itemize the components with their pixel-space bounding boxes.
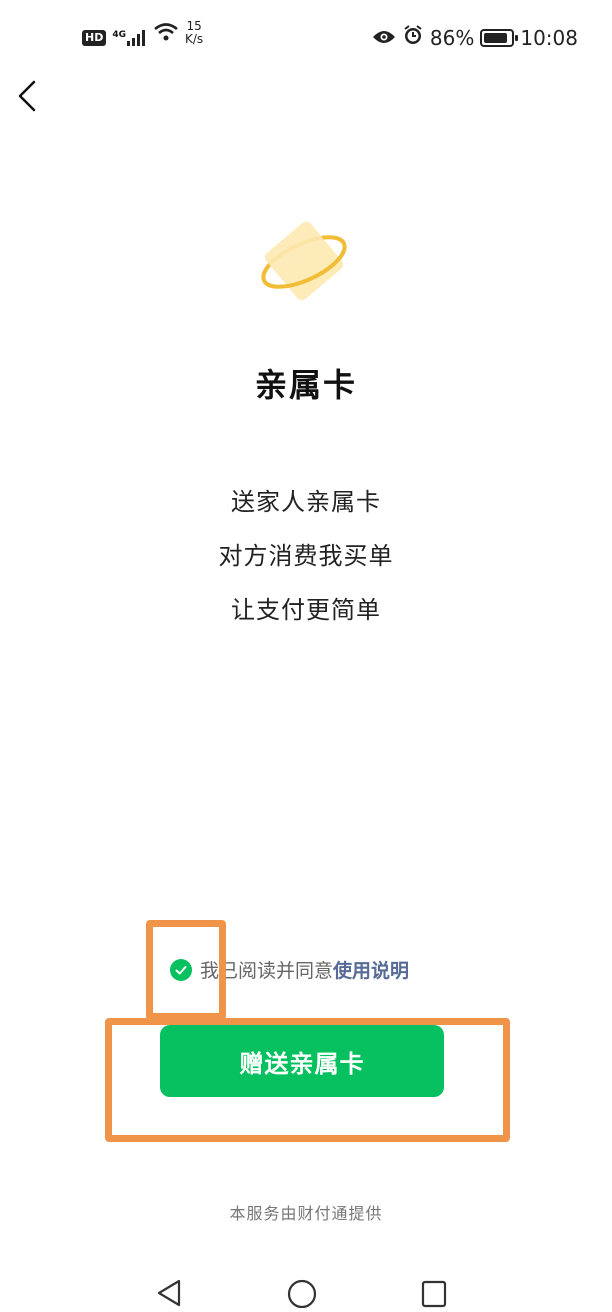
speed-unit: K/s — [185, 32, 204, 46]
battery-icon — [480, 28, 519, 47]
eye-icon — [372, 26, 396, 50]
battery-percent: 86% — [429, 25, 475, 50]
service-provider-note: 本服务由财付通提供 — [229, 1204, 383, 1223]
chevron-left-icon — [18, 80, 36, 112]
system-nav-bar — [0, 1270, 612, 1309]
card-ring-icon — [252, 212, 356, 308]
alarm-icon — [402, 24, 424, 51]
network-type: 4G — [112, 30, 126, 40]
status-left: HD 4G 15 K/s — [82, 20, 203, 46]
triangle-back-icon — [157, 1279, 181, 1307]
page-title: 亲属卡 — [254, 366, 357, 404]
status-right: 86% 10:08 — [372, 24, 578, 51]
highlight-box-checkbox — [146, 920, 226, 1020]
speed-value: 15 — [186, 19, 202, 33]
nav-back-button[interactable] — [155, 1278, 183, 1312]
back-button[interactable] — [8, 76, 44, 116]
description-line-2: 对方消费我买单 — [218, 542, 394, 570]
description-line-1: 送家人亲属卡 — [231, 488, 381, 516]
signal-icon: 4G — [112, 30, 147, 46]
battery-fill — [484, 32, 507, 43]
network-speed: 15 K/s — [185, 20, 203, 46]
clock: 10:08 — [520, 25, 578, 50]
nav-recents-button[interactable] — [420, 1278, 448, 1312]
hd-badge: HD — [82, 30, 107, 46]
status-bar: HD 4G 15 K/s 86% 10:08 — [0, 0, 612, 72]
nav-home-button[interactable] — [286, 1278, 318, 1312]
square-recents-icon — [421, 1280, 447, 1308]
highlight-box-button — [105, 1018, 510, 1142]
wifi-icon — [153, 22, 179, 46]
usage-instructions-link[interactable]: 使用说明 — [333, 956, 409, 983]
circle-home-icon — [287, 1279, 317, 1309]
description-line-3: 让支付更简单 — [231, 596, 381, 624]
